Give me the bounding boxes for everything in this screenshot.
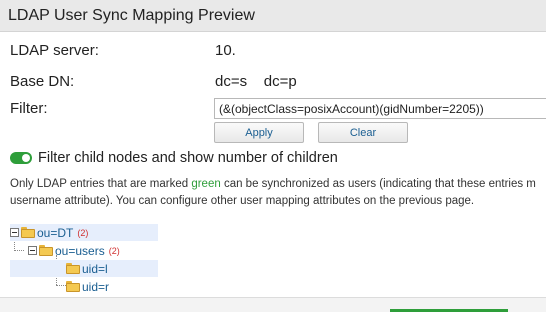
tree-connector: [56, 285, 66, 286]
ldap-server-value: 10.: [215, 41, 236, 59]
folder-icon: [66, 263, 80, 274]
filter-child-nodes-toggle[interactable]: [10, 152, 32, 164]
info-part-2: can be synchronized as users (indicating…: [220, 178, 536, 190]
base-dn-row: Base DN: dc=s dc=p: [10, 69, 546, 93]
ldap-preview-dialog: LDAP User Sync Mapping Preview LDAP serv…: [0, 0, 546, 312]
ldap-server-label: LDAP server:: [10, 41, 99, 59]
tree-node-leaf[interactable]: uid=r: [66, 278, 109, 295]
base-dn-value: dc=s dc=p: [215, 72, 297, 90]
filter-child-nodes-row: Filter child nodes and show number of ch…: [10, 148, 338, 168]
title-bar: LDAP User Sync Mapping Preview: [0, 0, 546, 32]
info-green-word: green: [191, 178, 221, 190]
apply-button[interactable]: Apply: [214, 122, 304, 143]
collapse-icon[interactable]: [10, 228, 19, 237]
filter-label: Filter:: [10, 99, 48, 117]
tree-node-label: uid=l: [82, 261, 108, 276]
tree-node-label: uid=r: [82, 279, 110, 294]
tree-node-label: ou=DT: [37, 225, 74, 240]
filter-child-nodes-label: Filter child nodes and show number of ch…: [38, 150, 338, 166]
tree-node-root[interactable]: ou=DT (2): [10, 224, 158, 241]
info-part-1: Only LDAP entries that are marked: [10, 178, 192, 190]
base-dn-label: Base DN:: [10, 72, 75, 90]
folder-icon: [66, 281, 80, 292]
toggle-knob: [22, 154, 30, 162]
folder-icon: [21, 227, 35, 238]
info-text: Only LDAP entries that are marked green …: [10, 176, 546, 210]
clear-button[interactable]: Clear: [318, 122, 408, 143]
folder-icon: [39, 245, 53, 256]
ldap-server-row: LDAP server: 10.: [10, 38, 546, 62]
filter-input[interactable]: [214, 98, 546, 119]
collapse-icon[interactable]: [28, 246, 37, 255]
info-line-1: Only LDAP entries that are marked green …: [10, 176, 546, 193]
tree-node-count: (2): [77, 227, 89, 238]
info-line-2: username attribute). You can configure o…: [10, 195, 475, 207]
tree-connector: [14, 250, 24, 251]
tree-node-label: ou=users: [55, 243, 105, 258]
dialog-title: LDAP User Sync Mapping Preview: [8, 6, 255, 24]
tree-node-users[interactable]: ou=users (2): [28, 242, 120, 259]
tree-node-leaf[interactable]: uid=l: [10, 260, 158, 277]
tree-node-count: (2): [108, 245, 120, 256]
